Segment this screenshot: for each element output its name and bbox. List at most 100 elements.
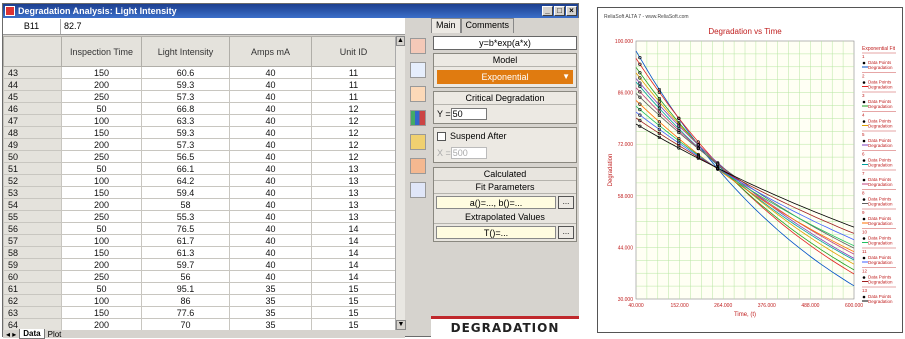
table-cell[interactable]: 35 bbox=[229, 294, 312, 307]
row-number[interactable]: 55 bbox=[3, 210, 62, 223]
table-cell[interactable]: 14 bbox=[311, 258, 395, 271]
table-cell[interactable]: 200 bbox=[61, 198, 142, 211]
table-cell[interactable]: 40 bbox=[229, 138, 312, 151]
table-cell[interactable]: 76.5 bbox=[141, 222, 230, 235]
table-cell[interactable]: 13 bbox=[311, 162, 395, 175]
row-number[interactable]: 63 bbox=[3, 306, 62, 319]
table-cell[interactable]: 11 bbox=[311, 78, 395, 91]
settings-icon[interactable] bbox=[410, 158, 426, 174]
maximize-icon[interactable]: □ bbox=[554, 6, 565, 16]
corner-header[interactable] bbox=[3, 36, 62, 67]
table-cell[interactable]: 40 bbox=[229, 246, 312, 259]
table-cell[interactable]: 40 bbox=[229, 150, 312, 163]
table-cell[interactable]: 12 bbox=[311, 102, 395, 115]
table-cell[interactable]: 59.7 bbox=[141, 258, 230, 271]
table-cell[interactable]: 55.3 bbox=[141, 210, 230, 223]
table-cell[interactable]: 150 bbox=[61, 66, 142, 79]
table-cell[interactable]: 14 bbox=[311, 270, 395, 283]
row-number[interactable]: 45 bbox=[3, 90, 62, 103]
table-cell[interactable]: 40 bbox=[229, 66, 312, 79]
table-cell[interactable]: 12 bbox=[311, 138, 395, 151]
row-number[interactable]: 47 bbox=[3, 114, 62, 127]
tab-comments[interactable]: Comments bbox=[460, 18, 515, 33]
table-cell[interactable]: 14 bbox=[311, 234, 395, 247]
table-cell[interactable]: 40 bbox=[229, 186, 312, 199]
table-cell[interactable]: 14 bbox=[311, 222, 395, 235]
table-cell[interactable]: 250 bbox=[61, 150, 142, 163]
table-cell[interactable]: 35 bbox=[229, 318, 312, 330]
table-cell[interactable]: 59.4 bbox=[141, 186, 230, 199]
table-cell[interactable]: 95.1 bbox=[141, 282, 230, 295]
table-cell[interactable]: 15 bbox=[311, 294, 395, 307]
table-cell[interactable]: 61.3 bbox=[141, 246, 230, 259]
row-number[interactable]: 57 bbox=[3, 234, 62, 247]
table-cell[interactable]: 40 bbox=[229, 102, 312, 115]
table-cell[interactable]: 40 bbox=[229, 198, 312, 211]
extrap-more-button[interactable]: ... bbox=[558, 226, 574, 239]
cell-reference[interactable]: B11 bbox=[3, 18, 61, 34]
table-row[interactable]: 60 250 56 40 14 bbox=[3, 270, 395, 283]
table-cell[interactable]: 14 bbox=[311, 246, 395, 259]
row-number[interactable]: 46 bbox=[3, 102, 62, 115]
table-row[interactable]: 54 200 58 40 13 bbox=[3, 198, 395, 211]
cell-value-field[interactable]: 82.7 bbox=[61, 21, 82, 31]
row-number[interactable]: 50 bbox=[3, 150, 62, 163]
table-cell[interactable]: 200 bbox=[61, 138, 142, 151]
table-cell[interactable]: 13 bbox=[311, 174, 395, 187]
table-cell[interactable]: 63.3 bbox=[141, 114, 230, 127]
table-cell[interactable]: 58 bbox=[141, 198, 230, 211]
table-cell[interactable]: 250 bbox=[61, 90, 142, 103]
table-row[interactable]: 59 200 59.7 40 14 bbox=[3, 258, 395, 271]
table-cell[interactable]: 40 bbox=[229, 126, 312, 139]
degradation-plot[interactable]: ReliaSoft ALTA 7 - www.ReliaSoft.com Degr… bbox=[598, 8, 904, 334]
critical-input[interactable]: 50 bbox=[450, 108, 487, 120]
table-cell[interactable]: 40 bbox=[229, 78, 312, 91]
table-cell[interactable]: 11 bbox=[311, 90, 395, 103]
folder-icon[interactable] bbox=[410, 134, 426, 150]
table-cell[interactable]: 40 bbox=[229, 258, 312, 271]
table-cell[interactable]: 50 bbox=[61, 162, 142, 175]
row-number[interactable]: 62 bbox=[3, 294, 62, 307]
table-row[interactable]: 47 100 63.3 40 12 bbox=[3, 114, 395, 127]
row-number[interactable]: 61 bbox=[3, 282, 62, 295]
table-row[interactable]: 52 100 64.2 40 13 bbox=[3, 174, 395, 187]
table-cell[interactable]: 50 bbox=[61, 282, 142, 295]
table-cell[interactable]: 40 bbox=[229, 114, 312, 127]
table-cell[interactable]: 57.3 bbox=[141, 90, 230, 103]
table-cell[interactable]: 86 bbox=[141, 294, 230, 307]
row-number[interactable]: 43 bbox=[3, 66, 62, 79]
table-cell[interactable]: 56.5 bbox=[141, 150, 230, 163]
table-row[interactable]: 46 50 66.8 40 12 bbox=[3, 102, 395, 115]
row-number[interactable]: 58 bbox=[3, 246, 62, 259]
table-cell[interactable]: 11 bbox=[311, 66, 395, 79]
table-cell[interactable]: 40 bbox=[229, 270, 312, 283]
table-cell[interactable]: 12 bbox=[311, 114, 395, 127]
column-header[interactable]: Light Intensity bbox=[141, 36, 230, 67]
table-cell[interactable]: 15 bbox=[311, 282, 395, 295]
window-titlebar[interactable]: Degradation Analysis: Light Intensity _ … bbox=[3, 4, 578, 18]
table-cell[interactable]: 59.3 bbox=[141, 126, 230, 139]
table-cell[interactable]: 200 bbox=[61, 318, 142, 330]
row-number[interactable]: 60 bbox=[3, 270, 62, 283]
table-cell[interactable]: 40 bbox=[229, 174, 312, 187]
row-number[interactable]: 44 bbox=[3, 78, 62, 91]
table-cell[interactable]: 40 bbox=[229, 234, 312, 247]
table-cell[interactable]: 50 bbox=[61, 222, 142, 235]
table-row[interactable]: 44 200 59.3 40 11 bbox=[3, 78, 395, 91]
table-cell[interactable]: 13 bbox=[311, 186, 395, 199]
table-cell[interactable]: 66.1 bbox=[141, 162, 230, 175]
table-cell[interactable]: 35 bbox=[229, 282, 312, 295]
table-cell[interactable]: 60.6 bbox=[141, 66, 230, 79]
row-number[interactable]: 53 bbox=[3, 186, 62, 199]
calculate-icon[interactable] bbox=[410, 38, 426, 54]
table-row[interactable]: 43 150 60.6 40 11 bbox=[3, 66, 395, 79]
export-icon[interactable] bbox=[410, 182, 426, 198]
table-cell[interactable]: 15 bbox=[311, 318, 395, 330]
scroll-down-icon[interactable]: ▼ bbox=[396, 320, 406, 330]
table-cell[interactable]: 77.6 bbox=[141, 306, 230, 319]
table-cell[interactable]: 70 bbox=[141, 318, 230, 330]
table-cell[interactable]: 35 bbox=[229, 306, 312, 319]
table-cell[interactable]: 200 bbox=[61, 78, 142, 91]
row-number[interactable]: 54 bbox=[3, 198, 62, 211]
table-cell[interactable]: 12 bbox=[311, 126, 395, 139]
